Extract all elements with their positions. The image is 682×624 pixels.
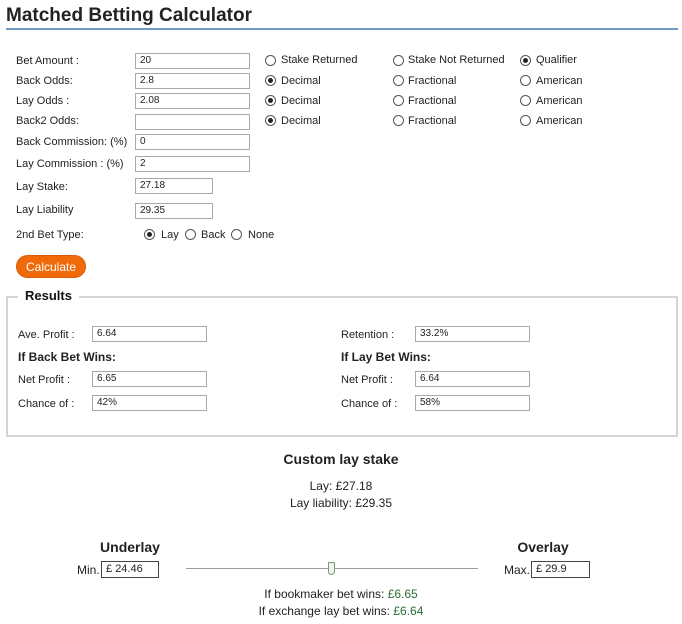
lay-commission-input[interactable]: 2: [135, 156, 250, 172]
custom-lay-value: £27.18: [335, 479, 373, 493]
lay-stake-input[interactable]: 27.18: [135, 178, 213, 194]
back-odds-label: Back Odds:: [16, 75, 73, 87]
custom-lay-label: Lay:: [309, 479, 333, 493]
calculate-button[interactable]: Calculate: [16, 255, 86, 278]
back2-odds-american-label: American: [536, 115, 583, 127]
back-net-profit-label: Net Profit :: [18, 374, 70, 386]
min-value: 24.46: [115, 563, 143, 575]
second-bet-none-radio[interactable]: [231, 229, 242, 240]
overlay-label: Overlay: [517, 539, 569, 555]
exchange-wins-label: If exchange lay bet wins:: [258, 604, 391, 618]
second-bet-lay-label: Lay: [161, 229, 179, 241]
back-odds-american-label: American: [536, 75, 583, 87]
bookmaker-wins-line: If bookmaker bet wins: £6.65: [200, 587, 482, 601]
lay-odds-input[interactable]: 2.08: [135, 93, 250, 109]
min-currency: £: [106, 563, 113, 575]
second-bet-back-label: Back: [201, 229, 226, 241]
back-odds-fractional-label: Fractional: [408, 75, 457, 87]
bet-amount-label: Bet Amount :: [16, 55, 79, 67]
second-bet-type-label: 2nd Bet Type:: [16, 229, 84, 241]
back-odds-decimal-radio[interactable]: [265, 75, 276, 86]
underlay-label: Underlay: [100, 539, 160, 555]
back-odds-fractional-radio[interactable]: [393, 75, 404, 86]
lay-liability-input[interactable]: 29.35: [135, 203, 213, 219]
exchange-wins-value: £6.64: [393, 604, 424, 618]
lay-odds-fractional-label: Fractional: [408, 95, 457, 107]
bet-amount-input[interactable]: 20: [135, 53, 250, 69]
lay-odds-american-radio[interactable]: [520, 95, 531, 106]
back-commission-input[interactable]: 0: [135, 134, 250, 150]
ave-profit-label: Ave. Profit :: [18, 329, 75, 341]
back-chance-value[interactable]: 42%: [92, 395, 207, 411]
ave-profit-value[interactable]: 6.64: [92, 326, 207, 342]
min-label: Min.: [77, 563, 100, 577]
max-stake-input[interactable]: £ 29.9: [531, 561, 590, 578]
lay-chance-label: Chance of :: [341, 398, 398, 410]
retention-label: Retention :: [341, 329, 395, 341]
back2-odds-decimal-label: Decimal: [281, 115, 321, 127]
lay-chance-value[interactable]: 58%: [415, 395, 530, 411]
lay-odds-label: Lay Odds :: [16, 95, 70, 107]
lay-bet-wins-heading: If Lay Bet Wins:: [341, 350, 431, 364]
max-currency: £: [536, 563, 543, 575]
lay-stake-slider-handle[interactable]: [328, 562, 335, 575]
max-label: Max.: [504, 563, 531, 577]
stake-not-returned-label: Stake Not Returned: [408, 54, 505, 66]
qualifier-radio[interactable]: [520, 55, 531, 66]
back-net-profit-value[interactable]: 6.65: [92, 371, 207, 387]
back2-odds-fractional-radio[interactable]: [393, 115, 404, 126]
bookmaker-wins-value: £6.65: [387, 587, 418, 601]
lay-odds-decimal-label: Decimal: [281, 95, 321, 107]
qualifier-label: Qualifier: [536, 54, 577, 66]
stake-returned-radio[interactable]: [265, 55, 276, 66]
lay-odds-fractional-radio[interactable]: [393, 95, 404, 106]
stake-not-returned-radio[interactable]: [393, 55, 404, 66]
lay-net-profit-value[interactable]: 6.64: [415, 371, 530, 387]
back2-odds-american-radio[interactable]: [520, 115, 531, 126]
second-bet-lay-radio[interactable]: [144, 229, 155, 240]
back-chance-label: Chance of :: [18, 398, 75, 410]
retention-value[interactable]: 33.2%: [415, 326, 530, 342]
custom-liability-label: Lay liability:: [289, 496, 352, 510]
back2-odds-fractional-label: Fractional: [408, 115, 457, 127]
min-stake-input[interactable]: £ 24.46: [101, 561, 159, 578]
custom-lay-line: Lay: £27.18: [241, 479, 441, 493]
second-bet-back-radio[interactable]: [185, 229, 196, 240]
back-odds-american-radio[interactable]: [520, 75, 531, 86]
custom-lay-stake-heading: Custom lay stake: [283, 451, 399, 467]
second-bet-none-label: None: [248, 229, 275, 241]
results-panel: [6, 296, 678, 437]
lay-liability-label: Lay Liability: [16, 204, 74, 216]
back2-odds-decimal-radio[interactable]: [265, 115, 276, 126]
lay-stake-label: Lay Stake:: [16, 181, 68, 193]
back-commission-label: Back Commission: (%): [16, 136, 128, 148]
back-bet-wins-heading: If Back Bet Wins:: [18, 350, 116, 364]
lay-commission-label: Lay Commission : (%): [16, 158, 124, 170]
page-title: Matched Betting Calculator: [6, 5, 252, 26]
lay-net-profit-label: Net Profit :: [341, 374, 393, 386]
max-value: 29.9: [545, 563, 567, 575]
results-legend: Results: [18, 288, 79, 303]
exchange-wins-line: If exchange lay bet wins: £6.64: [200, 604, 482, 618]
stake-returned-label: Stake Returned: [281, 54, 358, 66]
back2-odds-label: Back2 Odds:: [16, 115, 79, 127]
bookmaker-wins-label: If bookmaker bet wins:: [264, 587, 385, 601]
lay-odds-decimal-radio[interactable]: [265, 95, 276, 106]
custom-liability-value: £29.35: [355, 496, 393, 510]
title-divider: [6, 28, 678, 30]
back2-odds-input[interactable]: [135, 114, 250, 130]
lay-odds-american-label: American: [536, 95, 583, 107]
back-odds-input[interactable]: 2.8: [135, 73, 250, 89]
back-odds-decimal-label: Decimal: [281, 75, 321, 87]
custom-liability-line: Lay liability: £29.35: [241, 496, 441, 510]
